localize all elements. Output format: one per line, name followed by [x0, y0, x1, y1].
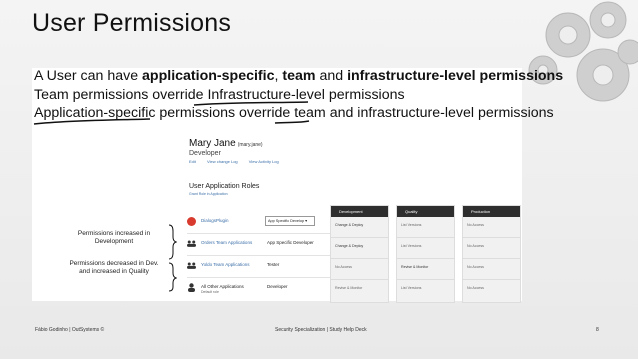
edit-link[interactable]: Edit: [189, 159, 196, 164]
env-cell: List Versions: [401, 286, 422, 290]
brace-icon: [168, 224, 177, 292]
app-name: All Other Applications: [201, 284, 244, 289]
app-icon: [187, 217, 196, 226]
env-cell: No Access: [463, 238, 520, 259]
app-role: Developer: [267, 284, 288, 289]
annotation-increased: Permissions increased in Development: [77, 230, 151, 245]
env-header: Production: [463, 206, 520, 217]
footer-page-number: 8: [596, 327, 599, 333]
env-col-development: Development Change & Deploy Change & Dep…: [330, 205, 389, 303]
handwritten-underlines-icon: [33, 101, 310, 125]
env-col-production: Production No Access No Access No Access…: [462, 205, 521, 303]
user-role: Developer: [189, 150, 221, 157]
env-cell: Change & Deploy: [331, 238, 388, 259]
env-header: Development: [331, 206, 388, 217]
app-name[interactable]: Yoldo Team Applications: [201, 262, 250, 267]
app-role: Tester: [267, 262, 280, 267]
app-name[interactable]: DialogsPlugin: [201, 218, 229, 223]
env-cell: No Access: [463, 217, 520, 238]
user-icon: [188, 283, 195, 292]
user-name: Mary Jane (mary.jane): [189, 138, 263, 149]
app-sub: Default role: [201, 290, 219, 294]
footer-deck: Security Specialization | Study Help Dec…: [275, 327, 367, 333]
team-icon: [187, 240, 196, 247]
role-select[interactable]: App Specific Develop ▾: [265, 216, 315, 226]
content-panel: A User can have application-specific, te…: [32, 68, 563, 303]
env-cell: List Versions: [397, 238, 454, 259]
roles-title: User Application Roles: [189, 183, 260, 190]
env-cell: List Versions: [397, 217, 454, 238]
app-role: App Specific Developer: [267, 240, 314, 245]
slide-title: User Permissions: [32, 9, 232, 37]
change-log-link[interactable]: View change Log: [207, 159, 238, 164]
env-cell: Revise & Monitor: [335, 286, 363, 290]
user-links: Edit View change Log View Activity Log: [189, 159, 289, 164]
env-cell: Revise & Monitor: [397, 259, 454, 280]
env-cell: No Access: [467, 286, 484, 290]
grant-role-link[interactable]: Grant Role in Application: [189, 192, 228, 196]
env-cell: Change & Deploy: [331, 217, 388, 238]
env-cell: No Access: [463, 259, 520, 280]
team-icon: [187, 262, 196, 269]
app-name[interactable]: Orders Team Applications: [201, 240, 252, 245]
annotation-decreased: Permissions decreased in Dev. and increa…: [69, 260, 159, 275]
footer-author: Fábio Godinho | OutSystems ©: [35, 327, 105, 333]
env-header: Quality: [397, 206, 454, 217]
activity-log-link[interactable]: View Activity Log: [249, 159, 279, 164]
env-cell: No Access: [331, 259, 388, 280]
env-col-quality: Quality List Versions List Versions Revi…: [396, 205, 455, 303]
